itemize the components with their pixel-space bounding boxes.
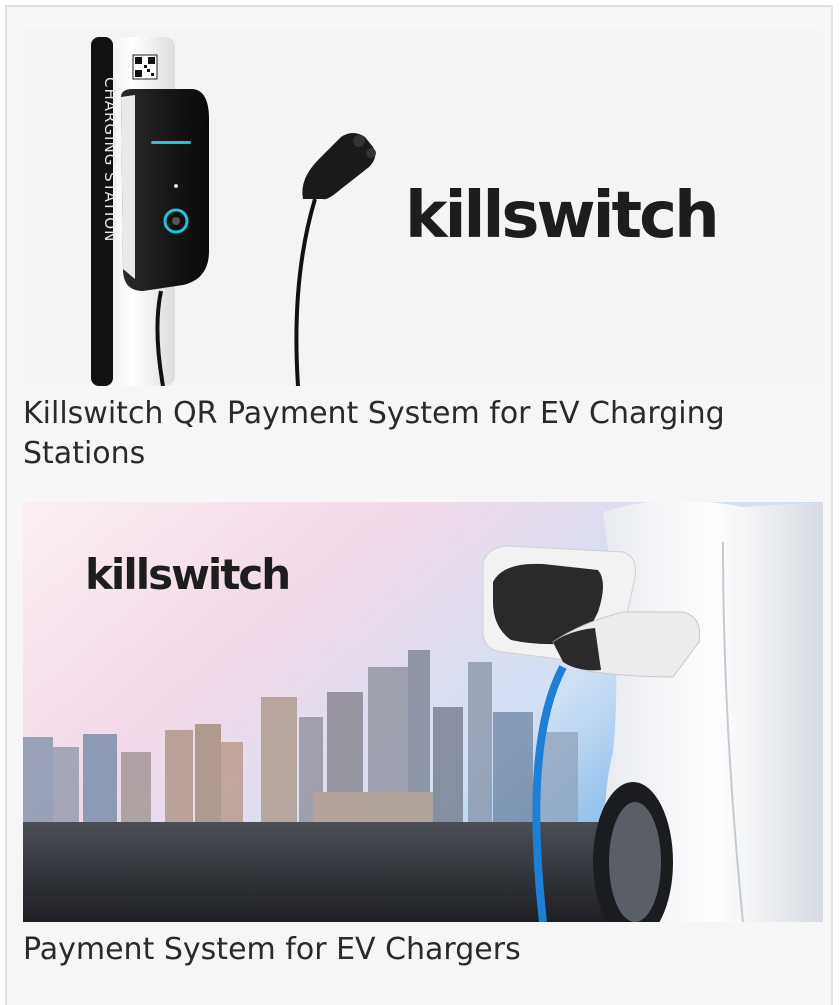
product-title[interactable]: Payment System for EV Chargers bbox=[23, 930, 823, 970]
qr-code-icon bbox=[132, 54, 158, 80]
product-card[interactable]: killswitch CHARGING STATION Killswitch Q… bbox=[23, 29, 823, 474]
killswitch-logo: killswitch bbox=[85, 550, 291, 599]
product-card[interactable]: killswitch Payment System for EV Charger… bbox=[23, 502, 823, 970]
charging-station-label: CHARGING STATION bbox=[101, 77, 119, 243]
product-title[interactable]: Killswitch QR Payment System for EV Char… bbox=[23, 394, 823, 474]
product-image-charging-station[interactable]: killswitch CHARGING STATION bbox=[23, 29, 823, 386]
product-image-ev-plug[interactable]: killswitch bbox=[23, 502, 823, 922]
product-list: killswitch CHARGING STATION Killswitch Q… bbox=[5, 5, 833, 1005]
killswitch-logo: killswitch bbox=[405, 179, 720, 253]
